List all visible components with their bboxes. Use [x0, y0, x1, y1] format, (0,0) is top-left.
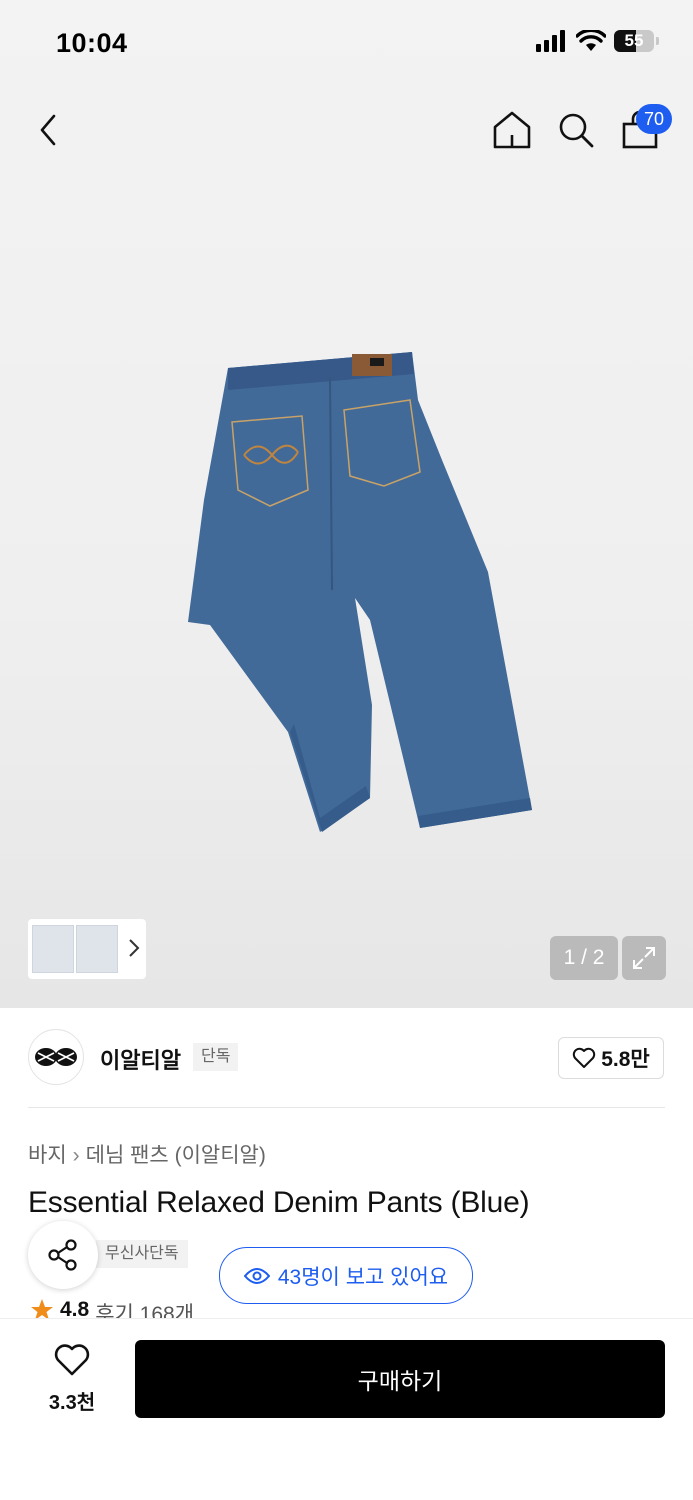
expand-icon [633, 947, 655, 969]
cart-count-badge: 70 [636, 104, 672, 134]
breadcrumb-item[interactable]: 바지 [28, 1144, 67, 1167]
brand-like-button[interactable]: 5.8만 [558, 1037, 664, 1079]
review-count: 후기 168개 [95, 1303, 195, 1320]
breadcrumb: 바지 › 데님 팬츠 (이알티알) [28, 1139, 266, 1169]
star-icon [31, 1299, 53, 1320]
brand-logo-icon [35, 1048, 77, 1066]
battery-level: 55 [624, 31, 644, 50]
rating-row[interactable]: 4.8 후기 168개 [30, 1298, 194, 1320]
wishlist-button[interactable]: 3.3천 [36, 1343, 108, 1415]
back-icon [40, 114, 56, 146]
heart-icon [54, 1344, 90, 1376]
home-icon [493, 111, 531, 149]
viewers-text: 43명이 보고 있어요 [277, 1265, 449, 1289]
product-photo[interactable] [180, 340, 550, 840]
thumbnail-2[interactable] [76, 925, 118, 973]
product-title: Essential Relaxed Denim Pants (Blue) [28, 1186, 530, 1219]
back-button[interactable] [30, 108, 70, 152]
status-icons: 55 [536, 30, 659, 52]
divider [28, 1107, 665, 1108]
fullscreen-button[interactable] [622, 936, 666, 980]
breadcrumb-separator: › [72, 1144, 80, 1167]
signal-icon [536, 30, 565, 52]
buy-button[interactable]: 구매하기 [135, 1340, 665, 1418]
share-icon [48, 1239, 77, 1271]
heart-icon [573, 1047, 596, 1068]
brand-name[interactable]: 이알티알 [100, 1043, 181, 1075]
wifi-icon [576, 30, 606, 51]
brand-like-count: 5.8만 [601, 1048, 650, 1071]
battery-icon: 55 [614, 30, 654, 52]
brand-logo[interactable] [28, 1029, 84, 1085]
page-counter: 1 / 2 [550, 936, 618, 980]
share-button[interactable] [28, 1221, 98, 1289]
musinsa-exclusive-tag: 무신사단독 [96, 1240, 188, 1268]
thumbnail-strip[interactable] [28, 919, 146, 979]
rating-score: 4.8 [60, 1298, 90, 1320]
status-time: 10:04 [56, 28, 128, 58]
chevron-right-icon [129, 939, 140, 957]
search-button[interactable] [554, 108, 598, 152]
thumbnail-1[interactable] [32, 925, 74, 973]
search-icon [559, 113, 594, 148]
home-button[interactable] [490, 108, 534, 152]
eye-icon [243, 1267, 270, 1284]
viewers-indicator[interactable]: 43명이 보고 있어요 [219, 1247, 473, 1304]
breadcrumb-item[interactable]: 데님 팬츠 (이알티알) [86, 1144, 266, 1167]
exclusive-tag: 단독 [193, 1043, 239, 1071]
wishlist-count: 3.3천 [48, 1392, 96, 1414]
